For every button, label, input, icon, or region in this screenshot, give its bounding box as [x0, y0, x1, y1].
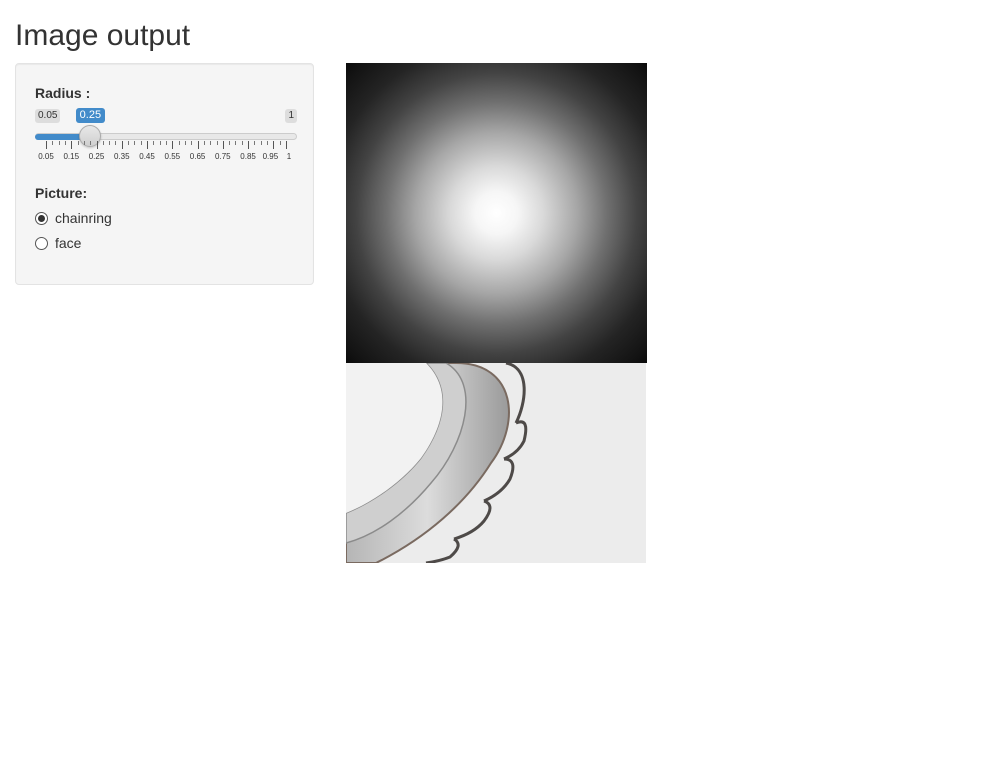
slider-major-tick	[121, 141, 123, 149]
radius-label: Radius :	[35, 85, 91, 101]
slider-minor-tick	[128, 141, 130, 145]
chainring-photo-icon	[346, 363, 646, 563]
page-title: Image output	[15, 19, 191, 52]
slider-tick-label: 0.75	[215, 152, 231, 161]
slider-minor-tick	[140, 141, 142, 145]
slider-tick-label: 1	[286, 152, 292, 161]
picture-label: Picture:	[35, 185, 88, 201]
slider-minor-tick	[279, 141, 281, 145]
radio-button-icon[interactable]	[35, 236, 48, 250]
slider-tick-label: 0.95	[262, 152, 279, 161]
slider-minor-tick	[210, 141, 212, 145]
slider-minor-tick	[83, 141, 85, 145]
slider-minor-tick	[58, 141, 60, 145]
slider-minor-tick	[115, 141, 117, 145]
chainring-image	[346, 363, 646, 563]
radius-slider[interactable]: 0.05 1 0.25 0.05 0.15 0.25 0.35 0.45 0.55 0.65…	[35, 108, 297, 164]
radio-face-label: face	[55, 235, 82, 251]
radio-face[interactable]: face	[35, 234, 81, 252]
slider-tick-label: 0.65	[189, 152, 206, 161]
slider-major-tick	[71, 141, 73, 149]
slider-min-label: 0.05	[35, 109, 61, 123]
slider-minor-tick	[235, 141, 237, 145]
slider-minor-tick	[52, 141, 54, 145]
slider-minor-tick	[203, 141, 205, 145]
slider-minor-tick	[77, 141, 79, 145]
radio-button-icon[interactable]	[35, 211, 48, 225]
slider-major-tick	[197, 141, 199, 149]
radial-gradient-image	[346, 63, 647, 363]
slider-tick-label: 0.45	[139, 152, 155, 161]
slider-value-label: 0.25	[75, 108, 106, 123]
slider-major-tick	[46, 141, 47, 149]
slider-minor-tick	[153, 141, 155, 145]
slider-major-tick	[286, 141, 287, 149]
slider-max-label: 1	[285, 109, 297, 123]
slider-minor-tick	[64, 141, 66, 145]
slider-minor-tick	[241, 141, 243, 145]
radio-chainring[interactable]: chainring	[35, 209, 112, 227]
slider-minor-tick	[191, 141, 193, 145]
slider-major-tick	[273, 141, 275, 149]
slider-minor-tick	[134, 141, 136, 145]
sidebar-panel: Radius : 0.05 1 0.25 0.05 0.15 0.25 0.35 0.4…	[15, 63, 314, 285]
slider-tick-label: 0.55	[164, 152, 181, 161]
slider-minor-tick	[184, 141, 186, 145]
slider-major-tick	[96, 141, 98, 149]
slider-minor-tick	[159, 141, 161, 145]
slider-minor-tick	[267, 141, 269, 145]
slider-tick-label: 0.15	[63, 152, 80, 161]
slider-tick-label: 0.05	[38, 152, 54, 161]
slider-minor-tick	[166, 141, 167, 145]
slider-minor-tick	[90, 141, 92, 145]
slider-minor-tick	[254, 141, 256, 145]
slider-tick-label: 0.35	[113, 152, 130, 161]
slider-grid: 0.05 0.15 0.25 0.35 0.45 0.55 0.65 0.75 0.85 0.95…	[35, 141, 297, 165]
slider-minor-tick	[102, 141, 104, 145]
slider-minor-tick	[109, 141, 111, 145]
slider-tick-label: 0.85	[240, 152, 256, 161]
slider-major-tick	[222, 141, 224, 149]
slider-major-tick	[147, 141, 149, 149]
slider-minor-tick	[260, 141, 262, 145]
slider-tick-label: 0.25	[88, 152, 105, 161]
slider-major-tick	[172, 141, 174, 149]
slider-minor-tick	[229, 141, 231, 145]
radio-chainring-label: chainring	[55, 210, 112, 226]
slider-minor-tick	[178, 141, 180, 145]
slider-minor-tick	[216, 141, 218, 145]
slider-major-tick	[248, 141, 250, 149]
